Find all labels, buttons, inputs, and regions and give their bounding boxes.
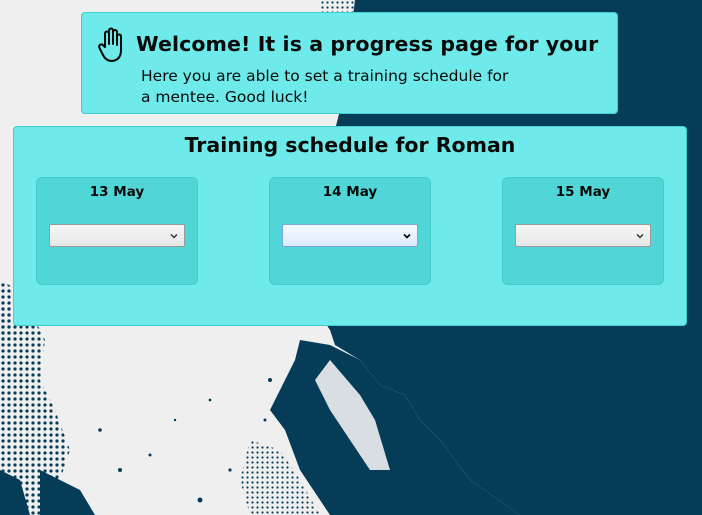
day-label: 14 May [322,184,378,200]
training-select-15-may[interactable] [515,224,651,247]
training-select-13-may[interactable] [49,224,185,247]
day-label: 15 May [555,184,611,200]
schedule-title: Training schedule for Roman [184,133,516,157]
chevron-down-icon [170,233,178,239]
welcome-text: Here you are able to set a training sche… [141,67,509,106]
day-card-14-may: 14 May [269,177,431,285]
welcome-title: Welcome! It is a progress page for your [136,32,599,56]
welcome-card: Welcome! It is a progress page for your … [81,12,618,114]
day-label: 13 May [89,184,145,200]
chevron-down-icon [403,233,411,239]
day-card-15-may: 15 May [502,177,664,285]
schedule-card: Training schedule for Roman 13 May 14 Ma… [13,126,687,326]
training-select-14-may[interactable] [282,224,418,247]
hand-icon [98,27,122,62]
day-card-13-may: 13 May [36,177,198,285]
chevron-down-icon [636,233,644,239]
